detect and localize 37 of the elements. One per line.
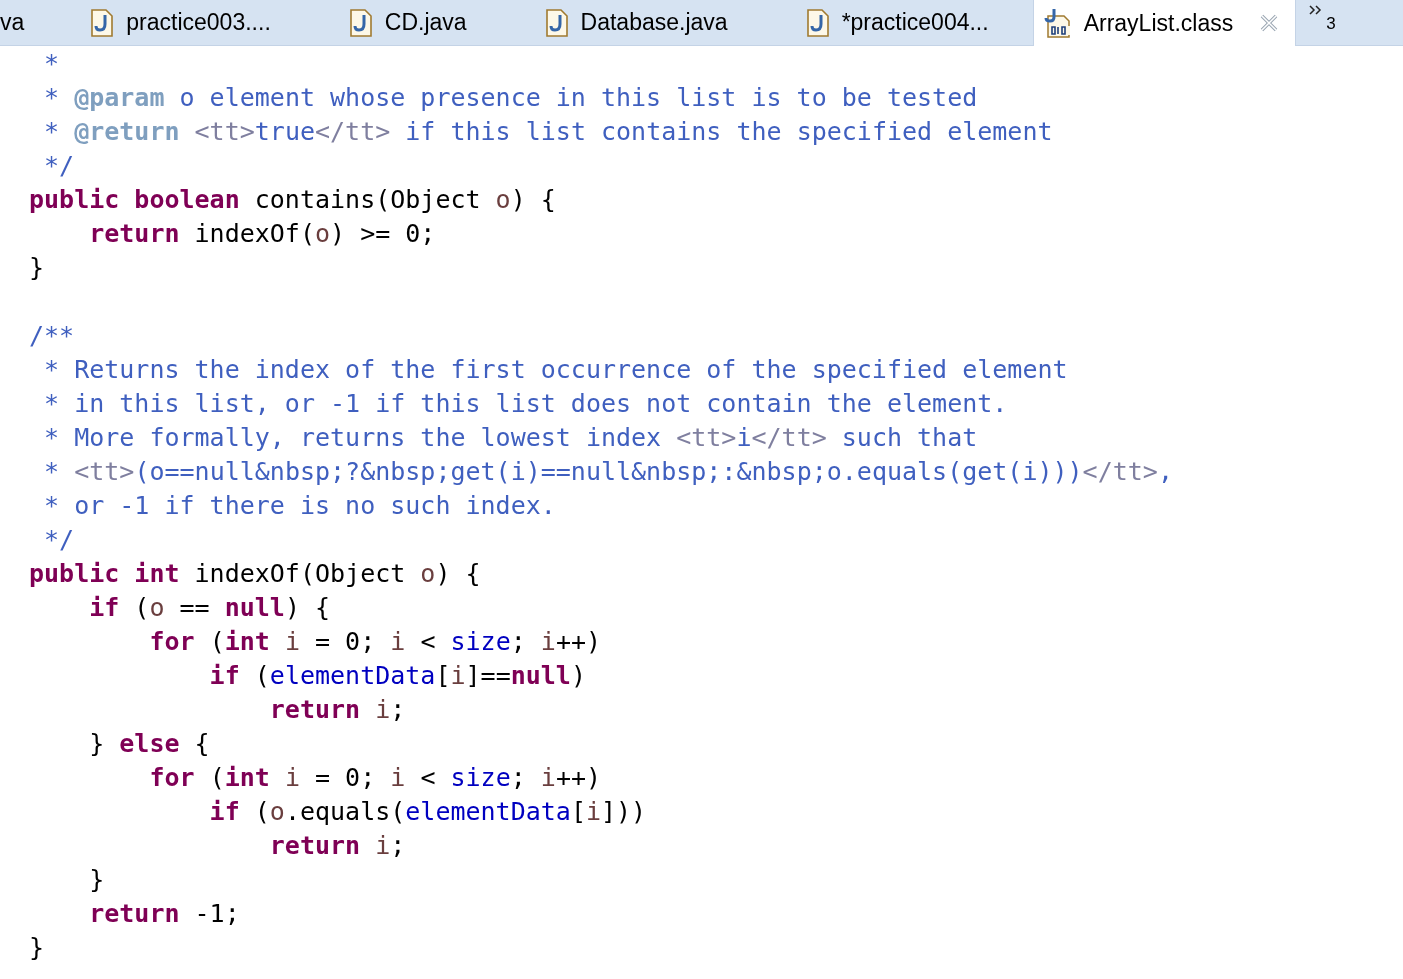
editor-tab[interactable]: ArrayList.class — [1032, 0, 1297, 46]
code-line: if (o == null) { — [88, 592, 331, 624]
code-line: */ — [43, 150, 75, 182]
code-line: public int indexOf(Object o) { — [28, 558, 481, 590]
code-line: return i; — [268, 694, 406, 726]
class-file-icon — [1043, 8, 1072, 38]
code-line: return -1; — [88, 898, 240, 930]
code-line: public boolean contains(Object o) { — [28, 184, 556, 216]
code-line: return indexOf(o) >= 0; — [88, 218, 436, 250]
code-line: * <tt>(o==null&nbsp;?&nbsp;get(i)==null&nbsp;:&nbsp;o.equals(get(i)))</tt>, — [43, 456, 1173, 488]
code-line: return i; — [268, 830, 406, 862]
code-line: */ — [43, 524, 75, 556]
code-line: } — [28, 932, 45, 964]
editor-tab[interactable]: va — [0, 0, 61, 45]
editor-tab[interactable]: practice003.... — [60, 0, 319, 45]
code-line: * — [43, 48, 60, 80]
java-file-icon — [90, 8, 115, 37]
code-line: * More formally, returns the lowest index <tt>i</tt> such that — [43, 422, 978, 454]
code-line: if (o.equals(elementData[i])) — [208, 796, 647, 828]
java-file-icon — [805, 8, 830, 37]
code-line: for (int i = 0; i < size; i++) — [148, 626, 602, 658]
hidden-tab-count[interactable]: 3 — [1326, 14, 1336, 34]
code-line: } — [28, 252, 45, 284]
java-file-icon — [544, 8, 569, 37]
code-line: /** — [28, 320, 75, 352]
code-line: for (int i = 0; i < size; i++) — [148, 762, 602, 794]
editor-tab[interactable]: CD.java — [318, 0, 515, 45]
code-line: * Returns the index of the first occurrence of the specified element — [43, 354, 1068, 386]
java-file-icon — [348, 8, 373, 37]
code-line: * or -1 if there is no such index. — [43, 490, 556, 522]
code-line: * in this list, or -1 if this list does not contain the element. — [43, 388, 1008, 420]
editor-tab[interactable]: Database.java — [514, 0, 776, 45]
code-line: } else { — [88, 728, 210, 760]
code-line: } — [88, 864, 105, 896]
code-line: * @return <tt>true</tt> if this list contains the specified element — [43, 116, 1053, 148]
code-line: * @param o element whose presence in this list is to be tested — [43, 82, 978, 114]
code-line: if (elementData[i]==null) — [208, 660, 586, 692]
